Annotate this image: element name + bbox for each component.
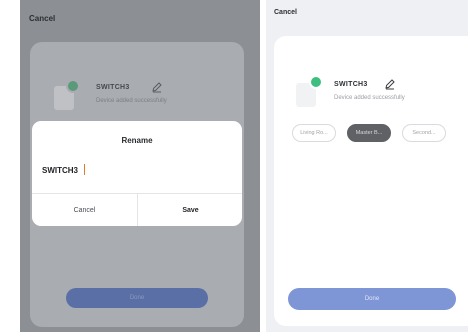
rename-input[interactable] bbox=[42, 163, 192, 177]
room-chip-second[interactable]: Second... bbox=[402, 124, 446, 142]
left-screen: Cancel SWITCH3 Device added successfully… bbox=[20, 0, 260, 332]
success-check-icon bbox=[309, 75, 323, 89]
done-button[interactable]: Done bbox=[66, 288, 208, 308]
dialog-title: Rename bbox=[121, 136, 153, 145]
success-check-icon bbox=[66, 79, 80, 93]
text-caret bbox=[84, 164, 85, 175]
save-button[interactable]: Save bbox=[138, 194, 242, 226]
right-screen: Cancel SWITCH3 Device added successfully… bbox=[266, 0, 468, 332]
edit-pencil-icon[interactable] bbox=[150, 80, 164, 94]
cancel-button[interactable]: Cancel bbox=[32, 194, 137, 226]
edit-pencil-icon[interactable] bbox=[383, 77, 397, 91]
device-status: Device added successfully bbox=[334, 95, 405, 101]
device-name: SWITCH3 bbox=[96, 84, 130, 91]
device-status: Device added successfully bbox=[96, 98, 167, 104]
top-cancel-link[interactable]: Cancel bbox=[29, 14, 55, 23]
room-chip-living-room[interactable]: Living Ro... bbox=[292, 124, 336, 142]
device-sheet: SWITCH3 Device added successfully Living… bbox=[274, 36, 468, 326]
device-name: SWITCH3 bbox=[334, 81, 368, 88]
rename-dialog: Rename Cancel Save bbox=[32, 121, 242, 226]
top-cancel-link[interactable]: Cancel bbox=[274, 9, 297, 16]
room-chip-master-bedroom[interactable]: Master B... bbox=[347, 124, 391, 142]
done-button[interactable]: Done bbox=[288, 288, 456, 310]
